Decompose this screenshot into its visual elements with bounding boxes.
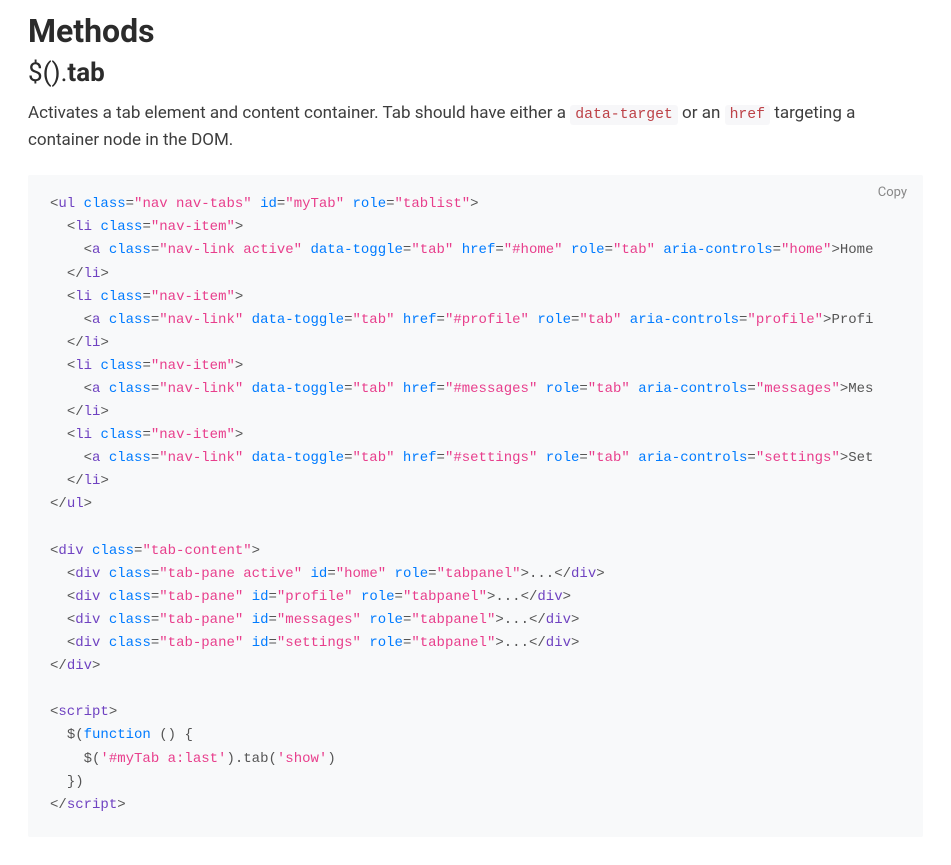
method-description: Activates a tab element and content cont… [28, 100, 923, 153]
method-name: $().tab [28, 58, 923, 88]
method-fn: tab [67, 58, 104, 88]
code-block: Copy <ul class="nav nav-tabs" id="myTab"… [28, 175, 923, 837]
inline-code-href: href [725, 105, 770, 125]
section-heading: Methods [28, 12, 923, 50]
desc-text: or an [678, 103, 725, 123]
desc-text: Activates a tab element and content cont… [28, 103, 570, 123]
code-content[interactable]: <ul class="nav nav-tabs" id="myTab" role… [50, 193, 901, 823]
inline-code-data-target: data-target [570, 105, 678, 125]
copy-button[interactable]: Copy [878, 185, 907, 200]
method-prefix: $(). [28, 58, 67, 88]
